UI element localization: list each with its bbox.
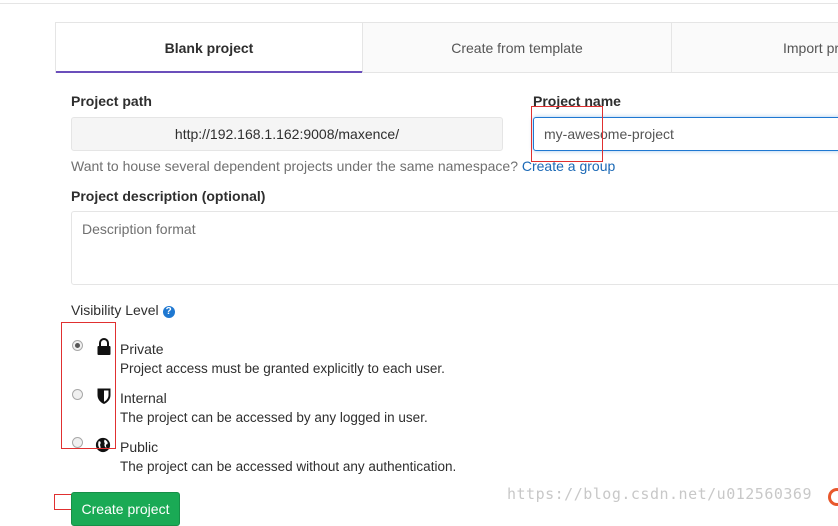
question-circle-icon[interactable]: ? — [162, 306, 175, 318]
visibility-private-desc: Project access must be granted explicitl… — [120, 361, 445, 376]
tab-import-project[interactable]: Import pr — [672, 23, 838, 73]
globe-icon — [95, 437, 111, 453]
visibility-internal-title: Internal — [120, 390, 167, 406]
namespace-hint-text: Want to house several dependent projects… — [71, 158, 518, 174]
watermark-logo-icon — [828, 488, 838, 506]
create-group-link[interactable]: Create a group — [522, 158, 615, 174]
visibility-level-text: Visibility Level — [71, 302, 159, 318]
project-tabs: Blank project Create from template Impor… — [55, 22, 838, 73]
project-path-field: http://192.168.1.162:9008/maxence/ — [71, 117, 503, 151]
visibility-level-label: Visibility Level? — [71, 302, 175, 318]
project-description-label: Project description (optional) — [71, 188, 266, 204]
visibility-internal-desc: The project can be accessed by any logge… — [120, 410, 428, 425]
visibility-public-desc: The project can be accessed without any … — [120, 459, 457, 474]
project-name-input[interactable] — [533, 117, 838, 151]
visibility-public-title: Public — [120, 439, 159, 455]
annotation-box-create — [54, 494, 72, 510]
namespace-hint: Want to house several dependent projects… — [71, 158, 615, 174]
visibility-public-radio[interactable] — [72, 437, 83, 448]
project-name-label: Project name — [533, 93, 621, 109]
watermark-text: https://blog.csdn.net/u012560369 — [507, 485, 812, 503]
tab-create-from-template[interactable]: Create from template — [363, 23, 672, 73]
visibility-private-title: Private — [120, 341, 164, 357]
lock-icon — [97, 338, 111, 355]
project-path-label: Project path — [71, 93, 152, 109]
tabs-divider — [362, 72, 838, 73]
visibility-internal-radio[interactable] — [72, 389, 83, 400]
create-project-button[interactable]: Create project — [71, 492, 180, 526]
top-divider — [0, 3, 838, 4]
tab-blank-project[interactable]: Blank project — [56, 23, 363, 73]
project-description-input[interactable] — [71, 211, 838, 285]
visibility-private-radio[interactable] — [72, 340, 83, 351]
shield-icon — [97, 388, 111, 404]
